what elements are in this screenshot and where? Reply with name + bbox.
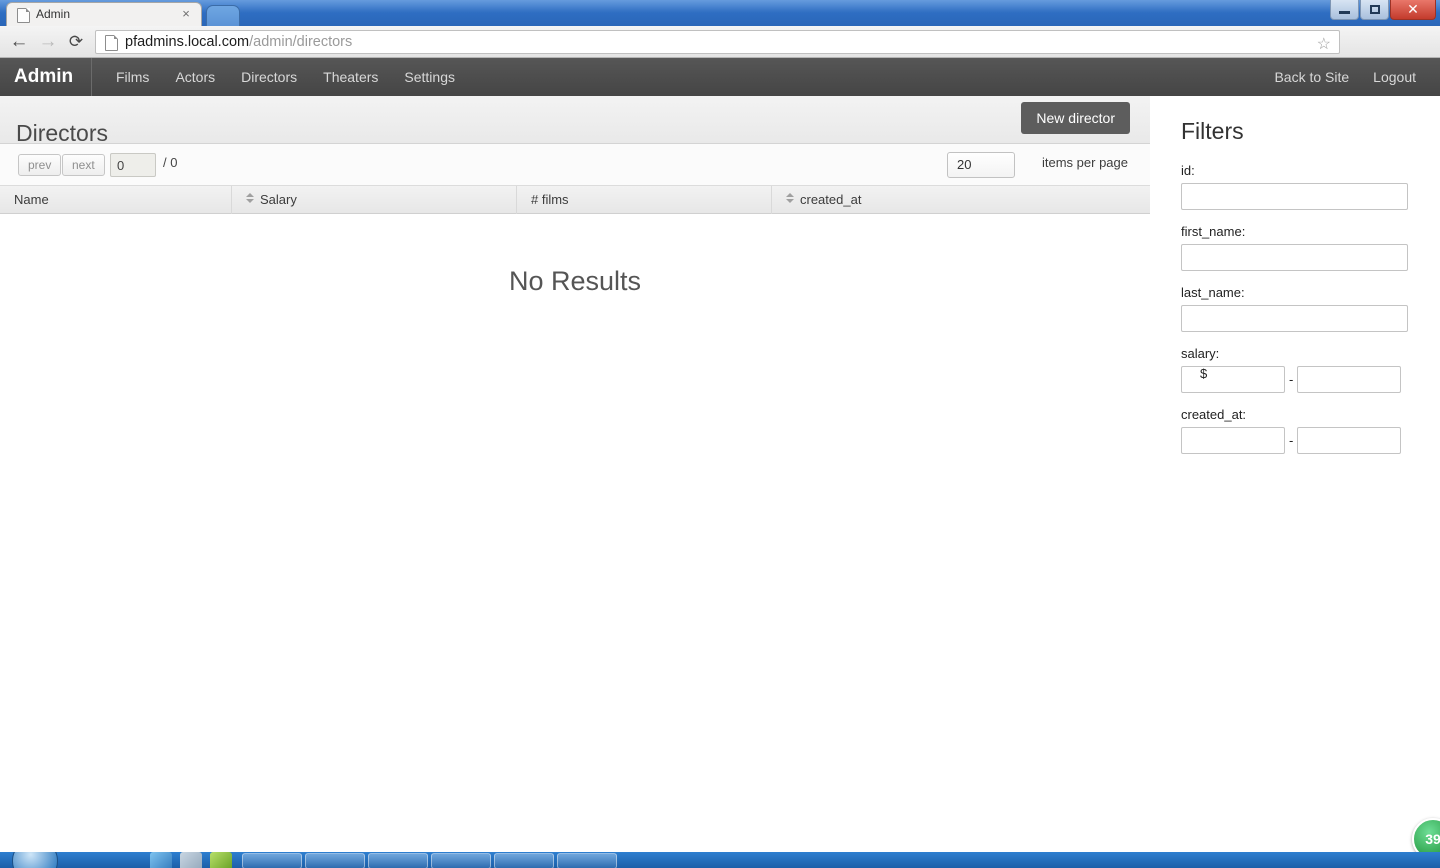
nav-item-actors[interactable]: Actors (162, 58, 228, 96)
column-header-name-label: Name (14, 192, 49, 207)
reload-icon[interactable]: ⟳ (64, 30, 88, 54)
nav-item-theaters[interactable]: Theaters (310, 58, 391, 96)
sort-icon (786, 193, 794, 203)
admin-brand[interactable]: Admin (14, 58, 93, 96)
total-pages-label: / 0 (163, 155, 178, 170)
column-header-films-label: # films (531, 192, 569, 207)
taskbar-window-5[interactable] (494, 853, 554, 868)
filter-field-first-name: first_name: (1181, 224, 1440, 271)
filter-label-first-name: first_name: (1181, 224, 1246, 239)
column-header-films[interactable]: # films (517, 186, 772, 214)
admin-nav-right: Back to Site Logout (1262, 58, 1428, 96)
items-per-page-select[interactable]: 20 (947, 152, 1015, 178)
filter-label-id: id: (1181, 163, 1195, 178)
sort-icon (246, 193, 254, 203)
nav-item-settings[interactable]: Settings (391, 58, 468, 96)
browser-tabstrip: Admin × ✕ (0, 0, 1440, 26)
maximize-icon (1361, 0, 1388, 19)
column-header-name[interactable]: Name (0, 186, 232, 214)
start-button[interactable] (12, 852, 58, 868)
results-table-header: Name Salary # films created_at (0, 186, 1150, 214)
new-director-button[interactable]: New director (1021, 102, 1130, 134)
taskbar-window-4[interactable] (431, 853, 491, 868)
nav-item-logout[interactable]: Logout (1361, 58, 1428, 96)
browser-tab[interactable]: Admin × (6, 2, 202, 26)
admin-nav-links: Films Actors Directors Theaters Settings (103, 58, 468, 96)
column-header-created-at[interactable]: created_at (772, 186, 1150, 214)
column-header-created-at-label: created_at (800, 192, 862, 207)
browser-chrome: Admin × ✕ ← → ⟳ pfadmins.local.com/admin… (0, 0, 1440, 82)
filter-input-created-at-to[interactable] (1297, 427, 1402, 454)
items-per-page-value[interactable]: 20 (947, 152, 1015, 178)
url-host: pfadmins.local.com (125, 34, 250, 50)
filter-field-created-at: created_at: - (1181, 407, 1440, 454)
os-taskbar (0, 852, 1440, 868)
filter-input-id[interactable] (1181, 183, 1408, 210)
filters-sidebar: Filters id: first_name: last_name: salar… (1150, 96, 1440, 468)
main-content: Directors New director prev next / 0 20 … (0, 96, 1150, 297)
taskbar-quicklaunch-1-icon[interactable] (150, 852, 172, 868)
window-close-icon: ✕ (1407, 1, 1419, 17)
taskbar-quicklaunch-2-icon[interactable] (180, 852, 202, 868)
url-path: /admin/directors (249, 34, 353, 50)
nav-item-directors[interactable]: Directors (228, 58, 310, 96)
page-info-icon[interactable] (105, 35, 118, 51)
close-icon[interactable]: × (179, 7, 193, 21)
page-viewport: Admin Films Actors Directors Theaters Se… (0, 58, 1440, 841)
taskbar-window-1[interactable] (242, 853, 302, 868)
next-page-button[interactable]: next (62, 154, 105, 176)
filter-label-salary: salary: (1181, 346, 1220, 361)
filter-label-created-at: created_at: (1181, 407, 1247, 422)
pagination-bar: prev next / 0 20 items per page (0, 144, 1150, 186)
browser-tab-title: Admin (36, 7, 71, 21)
minimize-icon (1331, 0, 1358, 19)
filter-field-last-name: last_name: (1181, 285, 1440, 332)
filter-field-salary: salary: $ - (1181, 346, 1440, 393)
range-separator: - (1289, 372, 1294, 387)
page-header: Directors New director (0, 96, 1150, 146)
new-tab-button[interactable] (206, 5, 240, 26)
admin-navbar: Admin Films Actors Directors Theaters Se… (0, 58, 1440, 96)
page-favicon-icon (17, 8, 30, 23)
items-per-page-label: items per page (1042, 155, 1128, 170)
empty-state-message: No Results (508, 266, 642, 296)
filter-range-created-at: - (1181, 427, 1440, 454)
nav-item-films[interactable]: Films (103, 58, 162, 96)
filters-title: Filters (1181, 118, 1244, 144)
minimize-button[interactable] (1330, 0, 1359, 20)
taskbar-window-2[interactable] (305, 853, 365, 868)
nav-item-back-to-site[interactable]: Back to Site (1262, 58, 1361, 96)
filter-input-created-at-from[interactable] (1181, 427, 1285, 454)
filter-input-salary-from[interactable] (1181, 366, 1285, 393)
filter-label-last-name: last_name: (1181, 285, 1245, 300)
range-separator: - (1289, 433, 1294, 448)
maximize-button[interactable] (1360, 0, 1389, 20)
window-controls: ✕ (1329, 0, 1436, 22)
taskbar-window-6[interactable] (557, 853, 617, 868)
address-bar[interactable]: pfadmins.local.com/admin/directors ☆ (95, 30, 1340, 54)
back-icon[interactable]: ← (7, 30, 31, 54)
prev-page-button[interactable]: prev (18, 154, 62, 176)
taskbar-window-3[interactable] (368, 853, 428, 868)
column-header-salary[interactable]: Salary (232, 186, 517, 214)
forward-icon[interactable]: → (36, 30, 60, 54)
filter-input-last-name[interactable] (1181, 305, 1408, 332)
column-header-salary-label: Salary (260, 192, 297, 207)
browser-toolbar: ← → ⟳ pfadmins.local.com/admin/directors… (0, 26, 1440, 82)
window-close-button[interactable]: ✕ (1390, 0, 1436, 20)
filter-input-salary-to[interactable] (1297, 366, 1402, 393)
currency-symbol-icon: $ (1200, 366, 1208, 381)
taskbar-quicklaunch-3-icon[interactable] (210, 852, 232, 868)
address-bar-url: pfadmins.local.com/admin/directors (125, 34, 352, 50)
page-number-input[interactable] (110, 153, 156, 177)
filter-range-salary: - (1181, 366, 1440, 393)
filter-field-id: id: (1181, 163, 1440, 210)
filter-input-first-name[interactable] (1181, 244, 1408, 271)
bookmark-star-icon[interactable]: ☆ (1317, 34, 1331, 54)
